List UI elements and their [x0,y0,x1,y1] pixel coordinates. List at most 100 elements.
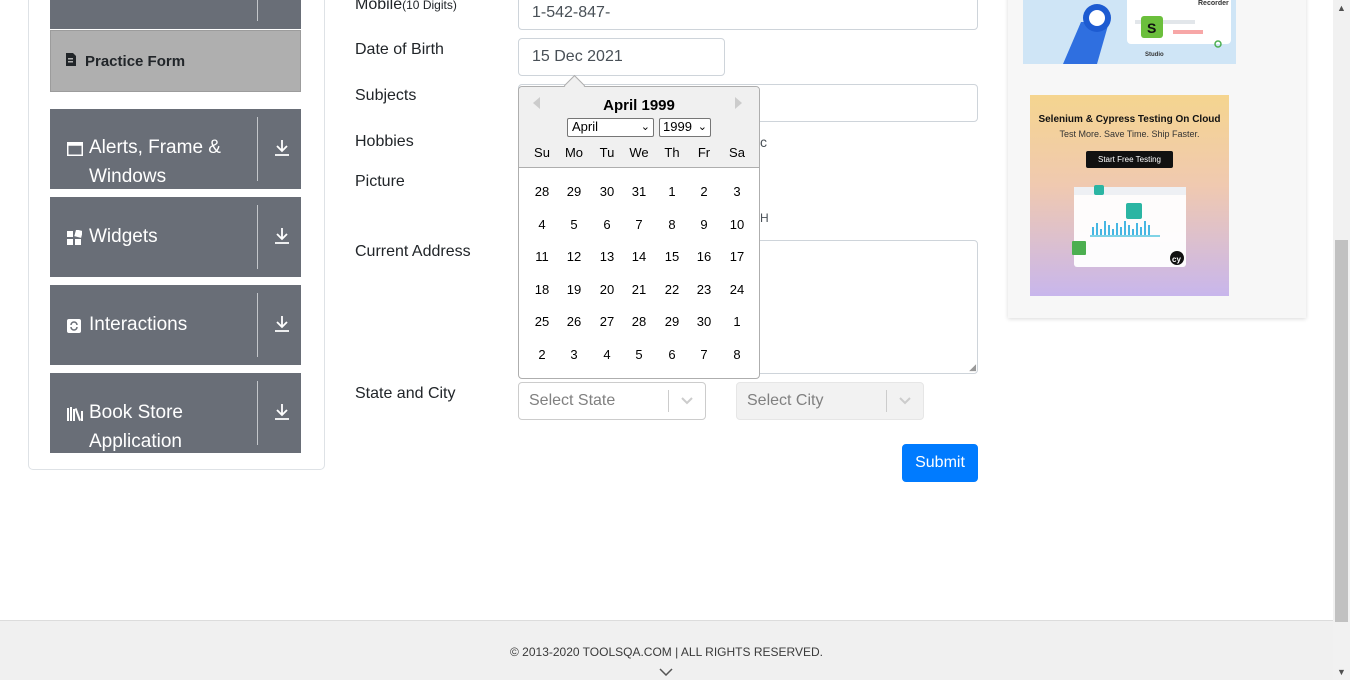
calendar-day[interactable]: 3 [721,184,753,199]
calendar-day[interactable]: 15 [656,249,688,264]
group-separator [257,293,258,357]
calendar-day[interactable]: 20 [591,282,623,297]
calendar-day[interactable]: 6 [591,217,623,232]
dob-value: 15 Dec 2021 [532,48,623,65]
calendar-day[interactable]: 29 [656,314,688,329]
day-name: Fr [697,145,711,160]
download-icon[interactable] [274,227,290,250]
calendar-day[interactable]: 6 [656,347,688,362]
calendar-day[interactable]: 1 [656,184,688,199]
calendar-day[interactable]: 19 [558,282,590,297]
sidebar-group-widgets[interactable]: Widgets [50,197,301,277]
datepicker-title: April 1999 [603,97,675,114]
submit-button[interactable]: Submit [902,444,978,482]
resize-handle-icon[interactable]: ◢ [969,362,976,373]
calendar-day[interactable]: 31 [623,184,655,199]
calendar-day[interactable]: 4 [591,347,623,362]
mobile-label: Mobile(10 Digits) [355,0,457,14]
ad-label-studio: Studio [1145,52,1164,58]
month-select-value: April [572,119,599,134]
calendar-day[interactable]: 30 [688,314,720,329]
next-month-icon[interactable] [735,97,742,109]
calendar-day[interactable]: 7 [688,347,720,362]
chevron-down-icon[interactable] [659,665,673,679]
calendar-day[interactable]: 1 [721,314,753,329]
mobile-value: 1-542-847- [532,3,611,21]
calendar-day[interactable]: 28 [623,314,655,329]
dob-label: Date of Birth [355,41,444,58]
calendar-day[interactable]: 12 [558,249,590,264]
calendar-day[interactable]: 2 [688,184,720,199]
ad-label-recorder: Recorder [1198,0,1229,7]
day-name: Tu [599,145,615,160]
day-name: We [629,145,649,160]
sidebar-group-interactions[interactable]: Interactions [50,285,301,365]
widgets-icon [67,229,83,249]
download-icon[interactable] [274,403,290,426]
sidebar-group-label: Widgets [89,226,158,247]
calendar-day[interactable]: 7 [623,217,655,232]
calendar-day[interactable]: 22 [656,282,688,297]
sidebar-group-label: Book Store Application [89,402,183,452]
calendar-day[interactable]: 13 [591,249,623,264]
hobbies-partial-text: c [760,134,767,150]
calendar-day[interactable]: 16 [688,249,720,264]
vertical-scrollbar[interactable]: ▲ ▼ [1333,0,1350,680]
scroll-up-icon[interactable]: ▲ [1337,3,1346,13]
sidebar-group-book-store[interactable]: Book Store Application [50,373,301,453]
picture-label: Picture [355,173,405,190]
chevron-down-icon[interactable] [669,394,705,408]
sidebar-group-label: Interactions [89,314,188,335]
ad-cta-button[interactable]: Start Free Testing [1086,151,1173,168]
calendar-day[interactable]: 26 [558,314,590,329]
state-select[interactable]: Select State [518,382,706,420]
calendar-day[interactable]: 9 [688,217,720,232]
year-select[interactable]: 1999 ⌄ [659,118,711,137]
book-icon [67,407,85,425]
calendar-day[interactable]: 30 [591,184,623,199]
calendar-day[interactable]: 23 [688,282,720,297]
calendar-day[interactable]: 8 [721,347,753,362]
scrollbar-thumb[interactable] [1335,240,1348,622]
calendar-day[interactable]: 2 [526,347,558,362]
mobile-input[interactable]: 1-542-847- [518,0,978,30]
day-name: Mo [564,145,584,160]
calendar-day[interactable]: 14 [623,249,655,264]
dob-input[interactable]: 15 Dec 2021 [518,38,725,76]
mobile-hint: (10 Digits) [402,0,457,12]
calendar-day[interactable]: 5 [558,217,590,232]
calendar-day[interactable]: 24 [721,282,753,297]
ad-banner-top[interactable]: S Recorder Studio [1023,0,1236,64]
calendar-day[interactable]: 11 [526,249,558,264]
sidebar-group-alerts[interactable]: Alerts, Frame & Windows [50,109,301,189]
scroll-down-icon[interactable]: ▼ [1337,667,1346,677]
calendar-day[interactable]: 25 [526,314,558,329]
calendar-day[interactable]: 28 [526,184,558,199]
svg-text:S: S [1147,20,1156,36]
city-select: Select City [736,382,924,420]
download-icon[interactable] [274,315,290,338]
datepicker-popup[interactable]: April 1999 April ⌄ 1999 ⌄ Su Mo Tu We Th Fr Sa… [518,86,760,379]
calendar-day[interactable]: 8 [656,217,688,232]
file-icon [65,53,76,69]
sidebar-item-practice-form[interactable]: Practice Form [50,30,301,92]
city-placeholder: Select City [747,392,824,409]
ad-banner-cloud-testing[interactable]: Selenium & Cypress Testing On Cloud Test… [1030,95,1229,296]
calendar-day[interactable]: 18 [526,282,558,297]
calendar-day[interactable]: 29 [558,184,590,199]
page-footer: © 2013-2020 TOOLSQA.COM | ALL RIGHTS RES… [0,620,1333,680]
calendar-day[interactable]: 21 [623,282,655,297]
download-icon[interactable] [274,139,290,162]
group-separator [257,381,258,445]
calendar-day[interactable]: 4 [526,217,558,232]
ad-illustration: S [1023,0,1236,64]
interactions-icon [67,319,81,337]
calendar-day[interactable]: 27 [591,314,623,329]
calendar-day[interactable]: 17 [721,249,753,264]
sidebar-group-forms[interactable] [50,0,301,29]
month-select[interactable]: April ⌄ [567,118,654,137]
calendar-day[interactable]: 5 [623,347,655,362]
picture-partial-text: H [760,211,769,225]
calendar-day[interactable]: 3 [558,347,590,362]
calendar-day[interactable]: 10 [721,217,753,232]
